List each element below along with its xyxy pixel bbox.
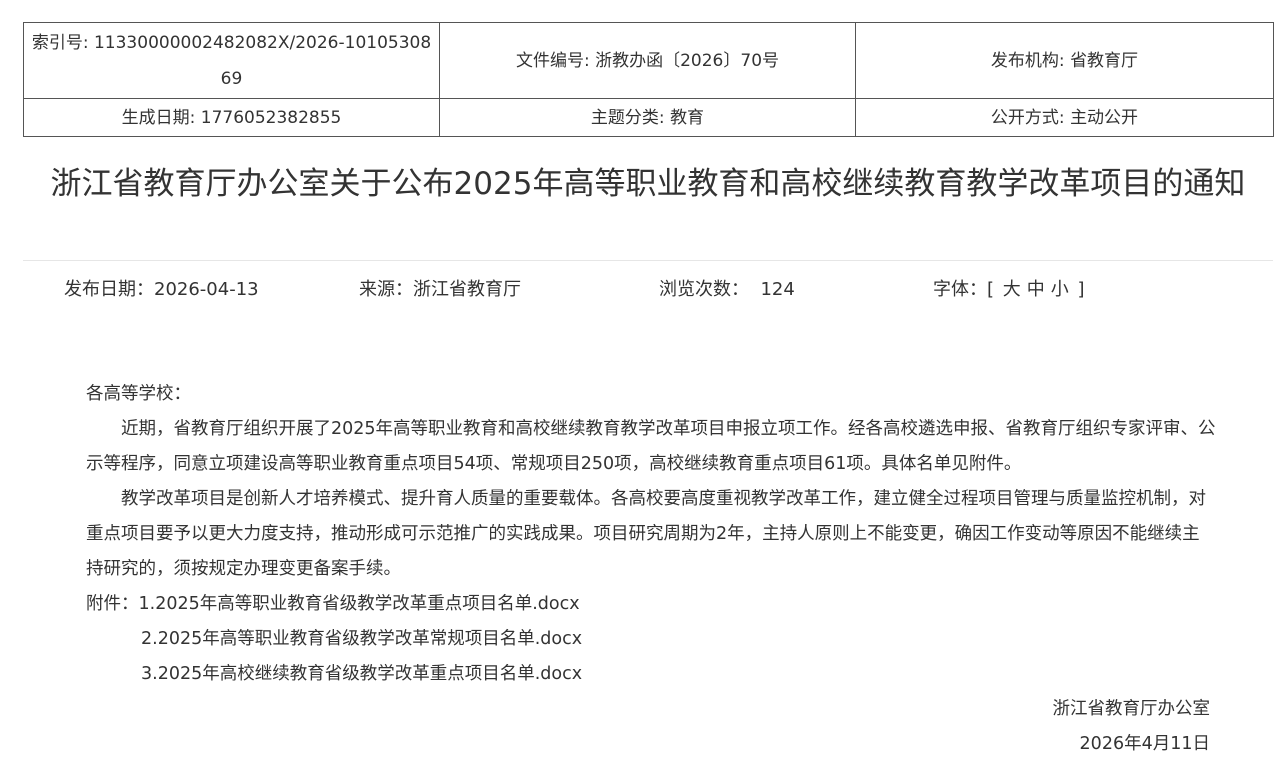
attachment-item: 3.2025年高校继续教育省级教学改革重点项目名单.docx [86, 657, 1216, 692]
source-value: 浙江省教育厅 [413, 279, 521, 300]
metadata-category-cell: 主题分类: 教育 [439, 98, 856, 137]
metadata-docno-cell: 文件编号: 浙教办函〔2026〕70号 [439, 22, 856, 99]
font-large-button[interactable]: 大 [1003, 279, 1021, 300]
article-info-bar: 发布日期：2026-04-13 来源：浙江省教育厅 浏览次数： 124 字体：[… [0, 276, 1286, 304]
category-value: 教育 [670, 107, 705, 128]
attachment-item: 2.2025年高等职业教育省级教学改革常规项目名单.docx [86, 622, 1216, 657]
source-label: 来源： [359, 279, 413, 300]
font-small-button[interactable]: 小 [1051, 279, 1069, 300]
article-body: 各高等学校： 近期，省教育厅组织开展了2025年高等职业教育和高校继续教育教学改… [86, 377, 1216, 762]
disclosure-label: 公开方式: [990, 107, 1071, 128]
attachment-link[interactable]: 3.2025年高校继续教育省级教学改革重点项目名单.docx [141, 664, 582, 684]
attachment-link[interactable]: 1.2025年高等职业教育省级教学改革重点项目名单.docx [139, 594, 580, 614]
body-paragraph: 教学改革项目是创新人才培养模式、提升育人质量的重要载体。各高校要高度重视教学改革… [86, 489, 1206, 579]
index-value: 11330000002482082X/2026-1010530869 [93, 32, 432, 89]
doc-number-label: 文件编号: [515, 50, 596, 71]
source: 来源：浙江省教育厅 [359, 276, 521, 304]
publish-date-value: 2026-04-13 [154, 279, 259, 300]
metadata-publisher-cell: 发布机构: 省教育厅 [855, 22, 1274, 99]
document-metadata-table: 索引号: 11330000002482082X/2026-1010530869 … [23, 22, 1274, 137]
signature-date: 2026年4月11日 [1079, 734, 1210, 754]
metadata-index-cell: 索引号: 11330000002482082X/2026-1010530869 [23, 22, 440, 99]
view-count-label: 浏览次数： [659, 279, 749, 300]
category-label: 主题分类: [590, 107, 671, 128]
index-label: 索引号: [31, 32, 94, 53]
font-medium-button[interactable]: 中 [1027, 279, 1045, 300]
metadata-row: 索引号: 11330000002482082X/2026-1010530869 … [23, 22, 1274, 99]
metadata-row: 生成日期: 1776052382855 主题分类: 教育 公开方式: 主动公开 [23, 98, 1274, 137]
view-count: 浏览次数： 124 [659, 276, 795, 304]
metadata-disclosure-cell: 公开方式: 主动公开 [855, 98, 1274, 137]
attachments-label: 附件： [86, 594, 139, 614]
disclosure-value: 主动公开 [1070, 107, 1139, 128]
title-divider [23, 260, 1273, 261]
salutation: 各高等学校： [86, 384, 191, 404]
gen-date-label: 生成日期: [121, 107, 201, 128]
doc-number-value: 浙教办函〔2026〕70号 [595, 50, 780, 71]
article-title: 浙江省教育厅办公室关于公布2025年高等职业教育和高校继续教育教学改革项目的通知 [50, 166, 1246, 202]
attachment-item: 附件：1.2025年高等职业教育省级教学改革重点项目名单.docx [86, 587, 1216, 622]
attachment-link[interactable]: 2.2025年高等职业教育省级教学改革常规项目名单.docx [141, 629, 582, 649]
body-paragraph: 近期，省教育厅组织开展了2025年高等职业教育和高校继续教育教学改革项目申报立项… [86, 419, 1216, 474]
bracket-close: ] [1077, 279, 1085, 300]
publish-date: 发布日期：2026-04-13 [64, 276, 259, 304]
bracket-open: [ [987, 279, 995, 300]
view-count-value: 124 [760, 279, 795, 300]
metadata-gen-date-cell: 生成日期: 1776052382855 [23, 98, 440, 137]
font-size-control: 字体：[ 大中小 ] [933, 276, 1085, 304]
publish-date-label: 发布日期： [64, 279, 154, 300]
signature-org: 浙江省教育厅办公室 [1052, 699, 1211, 719]
font-size-label: 字体： [933, 279, 987, 300]
publisher-value: 省教育厅 [1070, 50, 1139, 71]
publisher-label: 发布机构: [990, 50, 1071, 71]
gen-date-value: 1776052382855 [200, 107, 342, 128]
